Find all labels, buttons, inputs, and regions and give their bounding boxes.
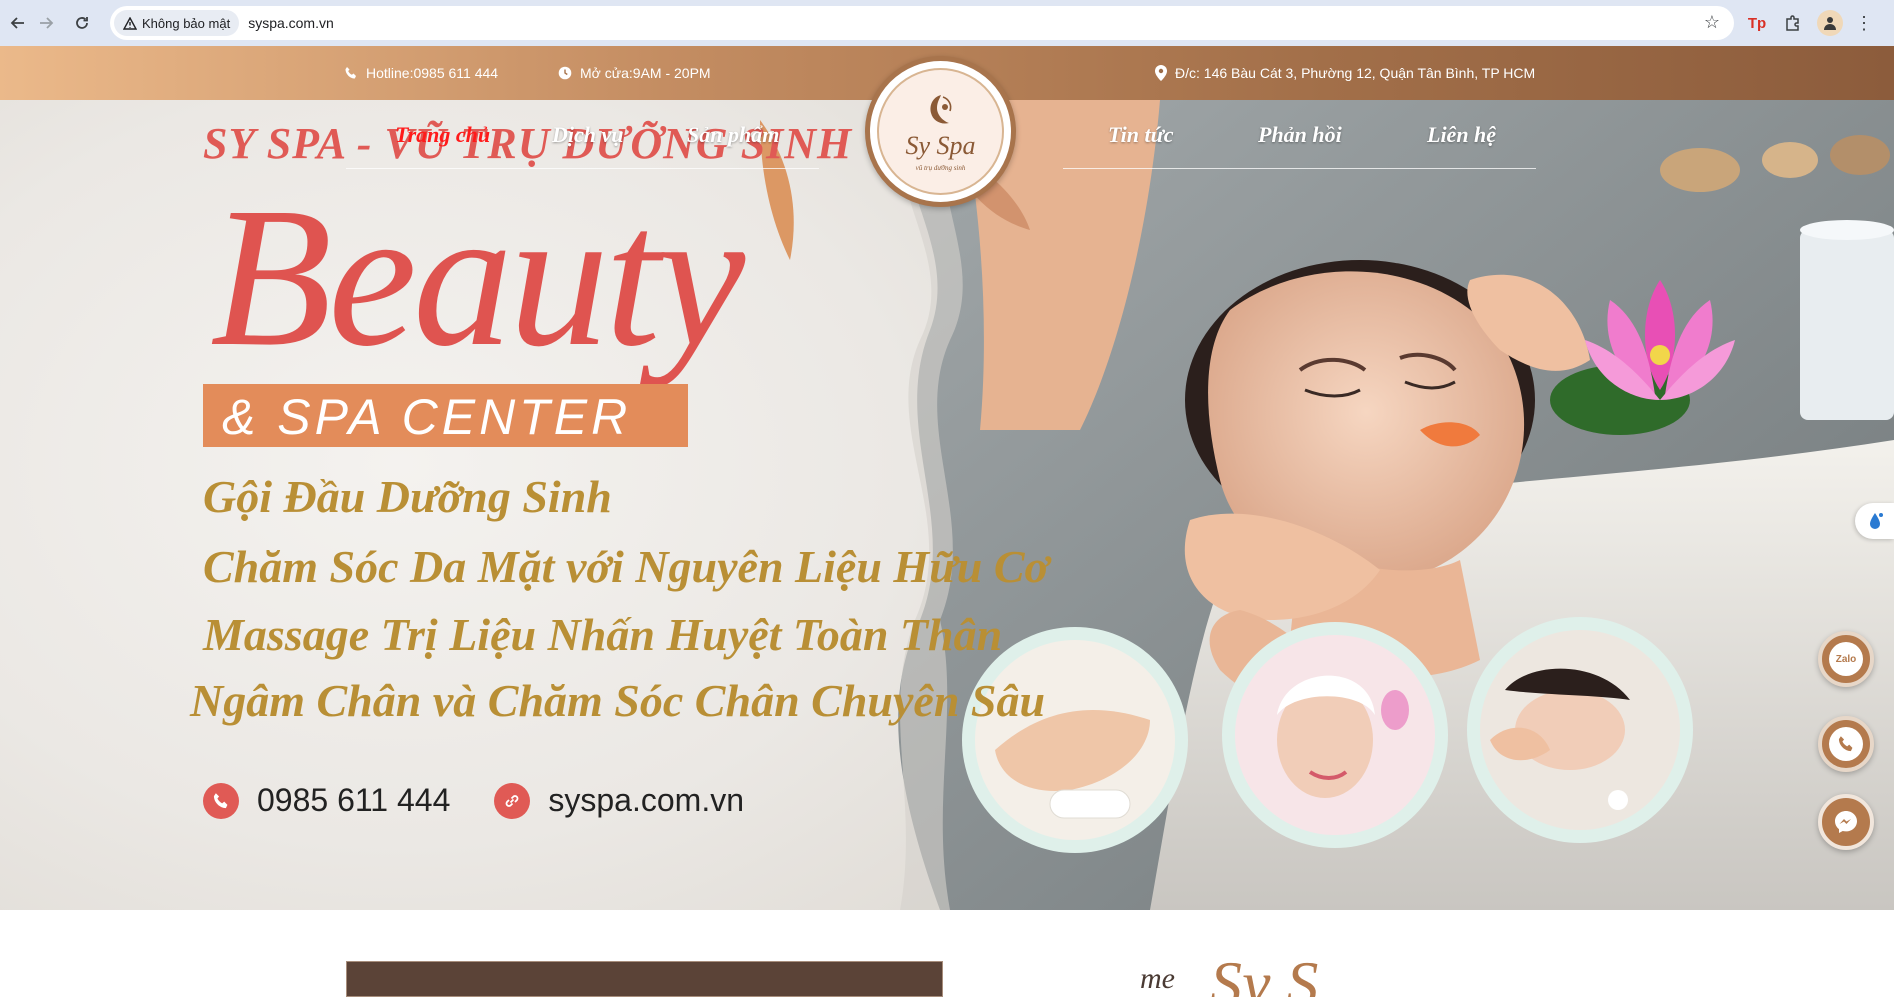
link-circle-icon — [494, 782, 531, 819]
reload-icon — [76, 17, 88, 29]
intro-image — [346, 961, 943, 997]
service-line-2: Chăm Sóc Da Mặt với Nguyên Liệu Hữu Cơ — [203, 541, 1050, 592]
messenger-icon — [1835, 811, 1857, 833]
extensions-area: Tp ⋮ — [1745, 0, 1873, 46]
nav-feedback[interactable]: Phản hồi — [1258, 122, 1342, 148]
call-button[interactable] — [1818, 716, 1874, 772]
opening-hours-item: Mở cửa:9AM - 20PM — [558, 46, 711, 100]
phone-call-icon — [1829, 727, 1863, 761]
service-circle-foot — [962, 627, 1188, 853]
clock-icon — [558, 66, 572, 80]
arrow-right-icon — [40, 17, 54, 29]
location-pin-icon — [1155, 65, 1167, 81]
side-widget-tab[interactable] — [1855, 503, 1894, 539]
service-line-1: Gội Đầu Dưỡng Sinh — [203, 471, 612, 522]
brand-script-fragment: Sy S — [1210, 948, 1319, 997]
nav-underline-left — [346, 168, 819, 169]
phone-circle-icon — [203, 782, 239, 819]
warning-triangle-icon — [123, 16, 137, 30]
hero-banner: SY SPA - VŨ TRỤ DƯỠNG SINH Beauty & SPA … — [0, 100, 1894, 910]
service-circle-facial — [1222, 622, 1448, 848]
forward-button[interactable] — [28, 5, 64, 41]
logo-emblem: Sy Spa vũ trụ dưỡng sinh — [877, 68, 1004, 195]
nav-home[interactable]: Trang chủ — [395, 122, 490, 148]
logo-brand-text: Sy Spa — [905, 131, 976, 160]
hotline-text: Hotline:0985 611 444 — [366, 65, 499, 81]
profile-avatar-icon[interactable] — [1817, 10, 1843, 36]
extensions-puzzle-icon[interactable] — [1781, 11, 1805, 35]
arrow-left-icon — [10, 17, 24, 29]
zalo-icon: Zalo — [1829, 642, 1863, 676]
service-line-4: Ngâm Chân và Chăm Sóc Chân Chuyên Sâu — [190, 675, 1046, 726]
water-drop-icon — [1869, 513, 1883, 529]
welcome-heading-fragment: me — [1140, 962, 1175, 995]
nav-contact[interactable]: Liên hệ — [1427, 122, 1496, 148]
nav-services[interactable]: Dịch vụ — [552, 122, 624, 148]
messenger-button[interactable] — [1818, 794, 1874, 850]
hotline-item[interactable]: Hotline:0985 611 444 — [344, 46, 498, 100]
zalo-button[interactable]: Zalo — [1818, 631, 1874, 687]
logo-subtitle: vũ trụ dưỡng sinh — [915, 164, 966, 172]
url-text[interactable]: syspa.com.vn — [248, 15, 334, 31]
opening-hours-text: Mở cửa:9AM - 20PM — [580, 65, 711, 81]
nav-underline-right — [1063, 168, 1536, 169]
reload-button[interactable] — [64, 5, 100, 41]
site-logo[interactable]: Sy Spa vũ trụ dưỡng sinh — [865, 56, 1016, 207]
hero-headline: Beauty — [210, 167, 745, 388]
security-label: Không bảo mật — [142, 15, 231, 31]
hero-contact-row: 0985 611 444 syspa.com.vn — [203, 782, 744, 819]
service-circle-head-massage — [1467, 617, 1693, 843]
bookmark-star-icon[interactable]: ☆ — [1704, 12, 1720, 33]
hero-website: syspa.com.vn — [548, 782, 744, 818]
address-text: Đ/c: 146 Bàu Cát 3, Phường 12, Quận Tân … — [1175, 65, 1536, 81]
browser-toolbar: Không bảo mật syspa.com.vn ☆ Tp ⋮ — [0, 0, 1894, 46]
nav-news[interactable]: Tin tức — [1108, 122, 1174, 148]
browser-menu-icon[interactable]: ⋮ — [1855, 13, 1873, 34]
phone-icon — [345, 67, 356, 79]
extension-tp-icon[interactable]: Tp — [1745, 15, 1769, 32]
hero-subheadline: & SPA CENTER — [222, 389, 632, 445]
address-item: Đ/c: 146 Bàu Cát 3, Phường 12, Quận Tân … — [1155, 46, 1535, 100]
security-indicator[interactable]: Không bảo mật — [114, 10, 240, 36]
lotus-woman-logo-icon — [929, 95, 951, 124]
address-bar[interactable]: Không bảo mật syspa.com.vn ☆ — [110, 6, 1734, 40]
hero-phone-number: 0985 611 444 — [257, 782, 451, 818]
service-line-3: Massage Trị Liệu Nhấn Huyệt Toàn Thân — [203, 609, 1003, 660]
nav-products[interactable]: Sản phẩm — [687, 122, 779, 148]
